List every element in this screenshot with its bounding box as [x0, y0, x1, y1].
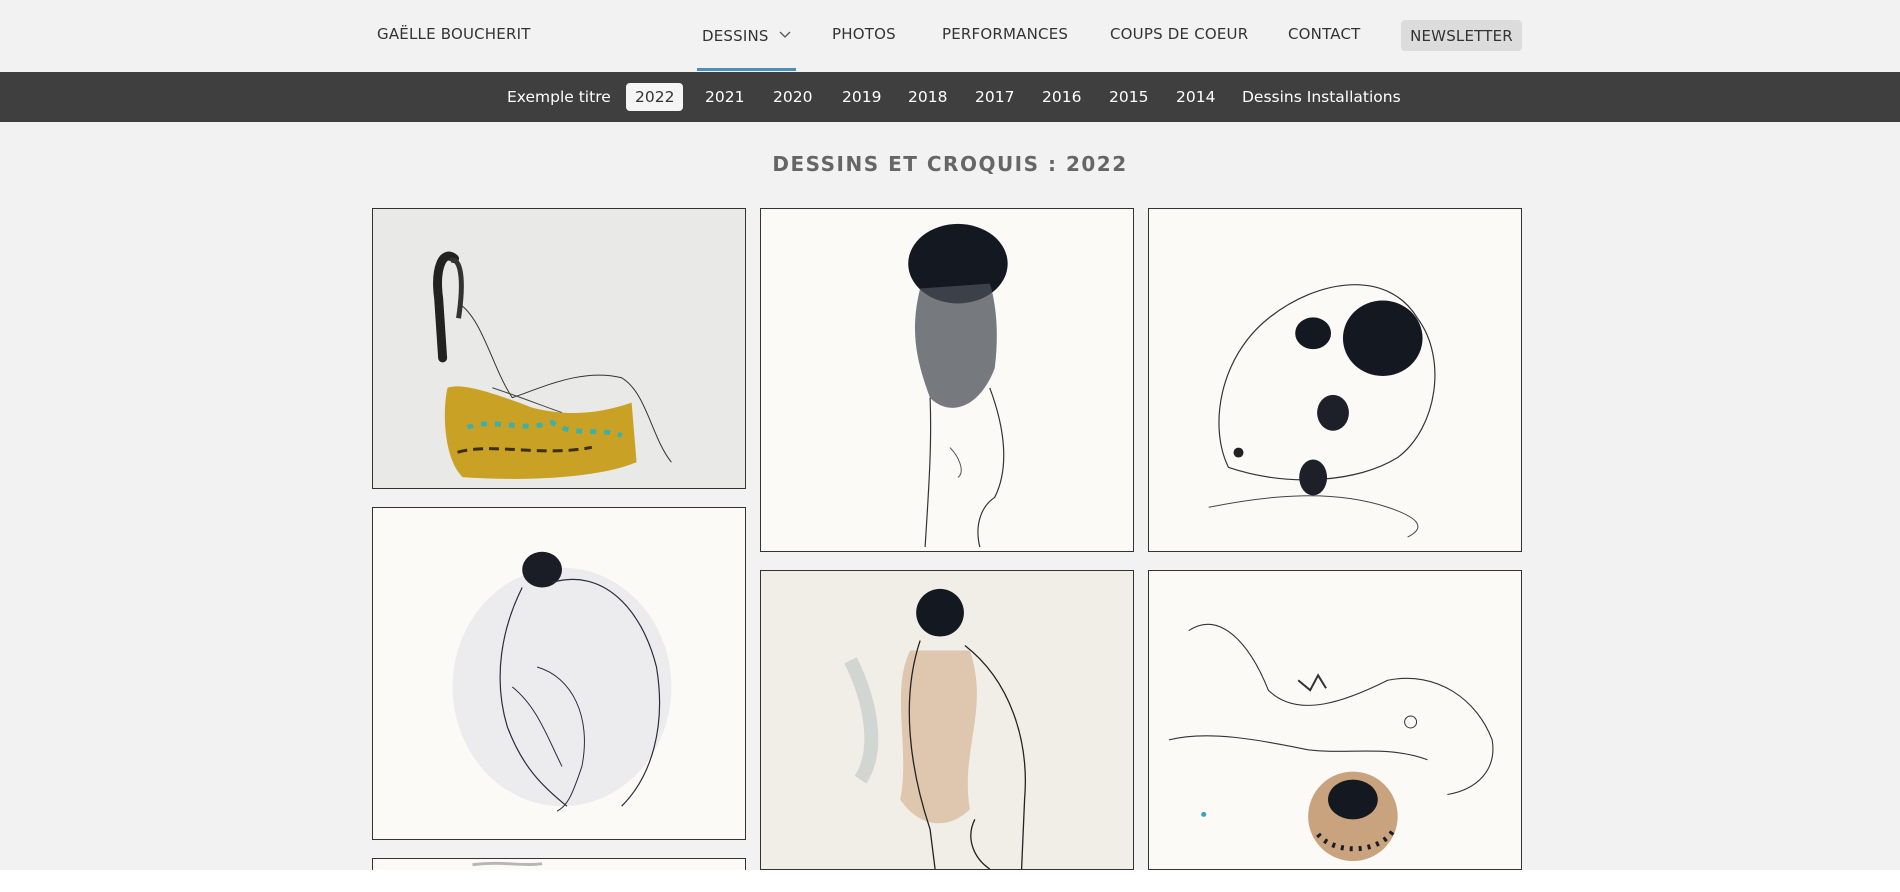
gallery-image-standing-figure-wash[interactable]: [760, 570, 1134, 870]
chevron-down-icon: [779, 25, 791, 43]
gallery-image-reclining-figure[interactable]: [1148, 570, 1522, 870]
gallery-image-partial[interactable]: [372, 858, 746, 870]
site-brand[interactable]: GAËLLE BOUCHERIT: [377, 25, 531, 43]
menu-item-dessins[interactable]: DESSINS: [697, 25, 796, 71]
gallery-image-standing-figure[interactable]: [760, 208, 1134, 552]
menu-item-label: DESSINS: [702, 27, 769, 45]
drawing-image: [472, 861, 543, 867]
page-title: DESSINS ET CROQUIS : 2022: [772, 152, 1128, 176]
top-navigation: GAËLLE BOUCHERIT DESSINS PHOTOS PERFORMA…: [0, 0, 1900, 73]
drawing-image: [844, 588, 1026, 869]
subnav-item-2020[interactable]: 2020: [764, 83, 821, 111]
subnav-item-2018[interactable]: 2018: [899, 83, 956, 111]
subnav-item-exemple-titre[interactable]: Exemple titre: [498, 83, 620, 111]
drawing-image: [908, 223, 1008, 548]
menu-item-performances[interactable]: PERFORMANCES: [942, 25, 1068, 43]
drawing-image: [1168, 624, 1494, 862]
subnav-item-2015[interactable]: 2015: [1100, 83, 1157, 111]
gallery-image-crouching-figure[interactable]: [372, 507, 746, 840]
page: GAËLLE BOUCHERIT DESSINS PHOTOS PERFORMA…: [0, 0, 1900, 870]
drawing-image: [452, 551, 672, 812]
drawing-image: [433, 251, 672, 479]
subnav-item-2019[interactable]: 2019: [833, 83, 890, 111]
subnav-item-2017[interactable]: 2017: [966, 83, 1023, 111]
drawing-image: [1208, 284, 1436, 538]
subnav-item-2021[interactable]: 2021: [696, 83, 753, 111]
subnav-item-dessins-installations[interactable]: Dessins Installations: [1233, 83, 1410, 111]
menu-item-photos[interactable]: PHOTOS: [832, 25, 896, 43]
gallery-image-seated-figure[interactable]: [372, 208, 746, 489]
subnav-item-2022[interactable]: 2022: [626, 83, 684, 111]
subnav-item-2016[interactable]: 2016: [1033, 83, 1090, 111]
year-subnav: Exemple titre 2022 2021 2020 2019 2018 2…: [0, 72, 1900, 122]
subnav-item-2014[interactable]: 2014: [1167, 83, 1224, 111]
gallery-image-curled-figure[interactable]: [1148, 208, 1522, 552]
newsletter-button[interactable]: NEWSLETTER: [1401, 20, 1522, 51]
menu-item-coups-de-coeur[interactable]: COUPS DE COEUR: [1110, 25, 1248, 43]
menu-item-contact[interactable]: CONTACT: [1288, 25, 1361, 43]
